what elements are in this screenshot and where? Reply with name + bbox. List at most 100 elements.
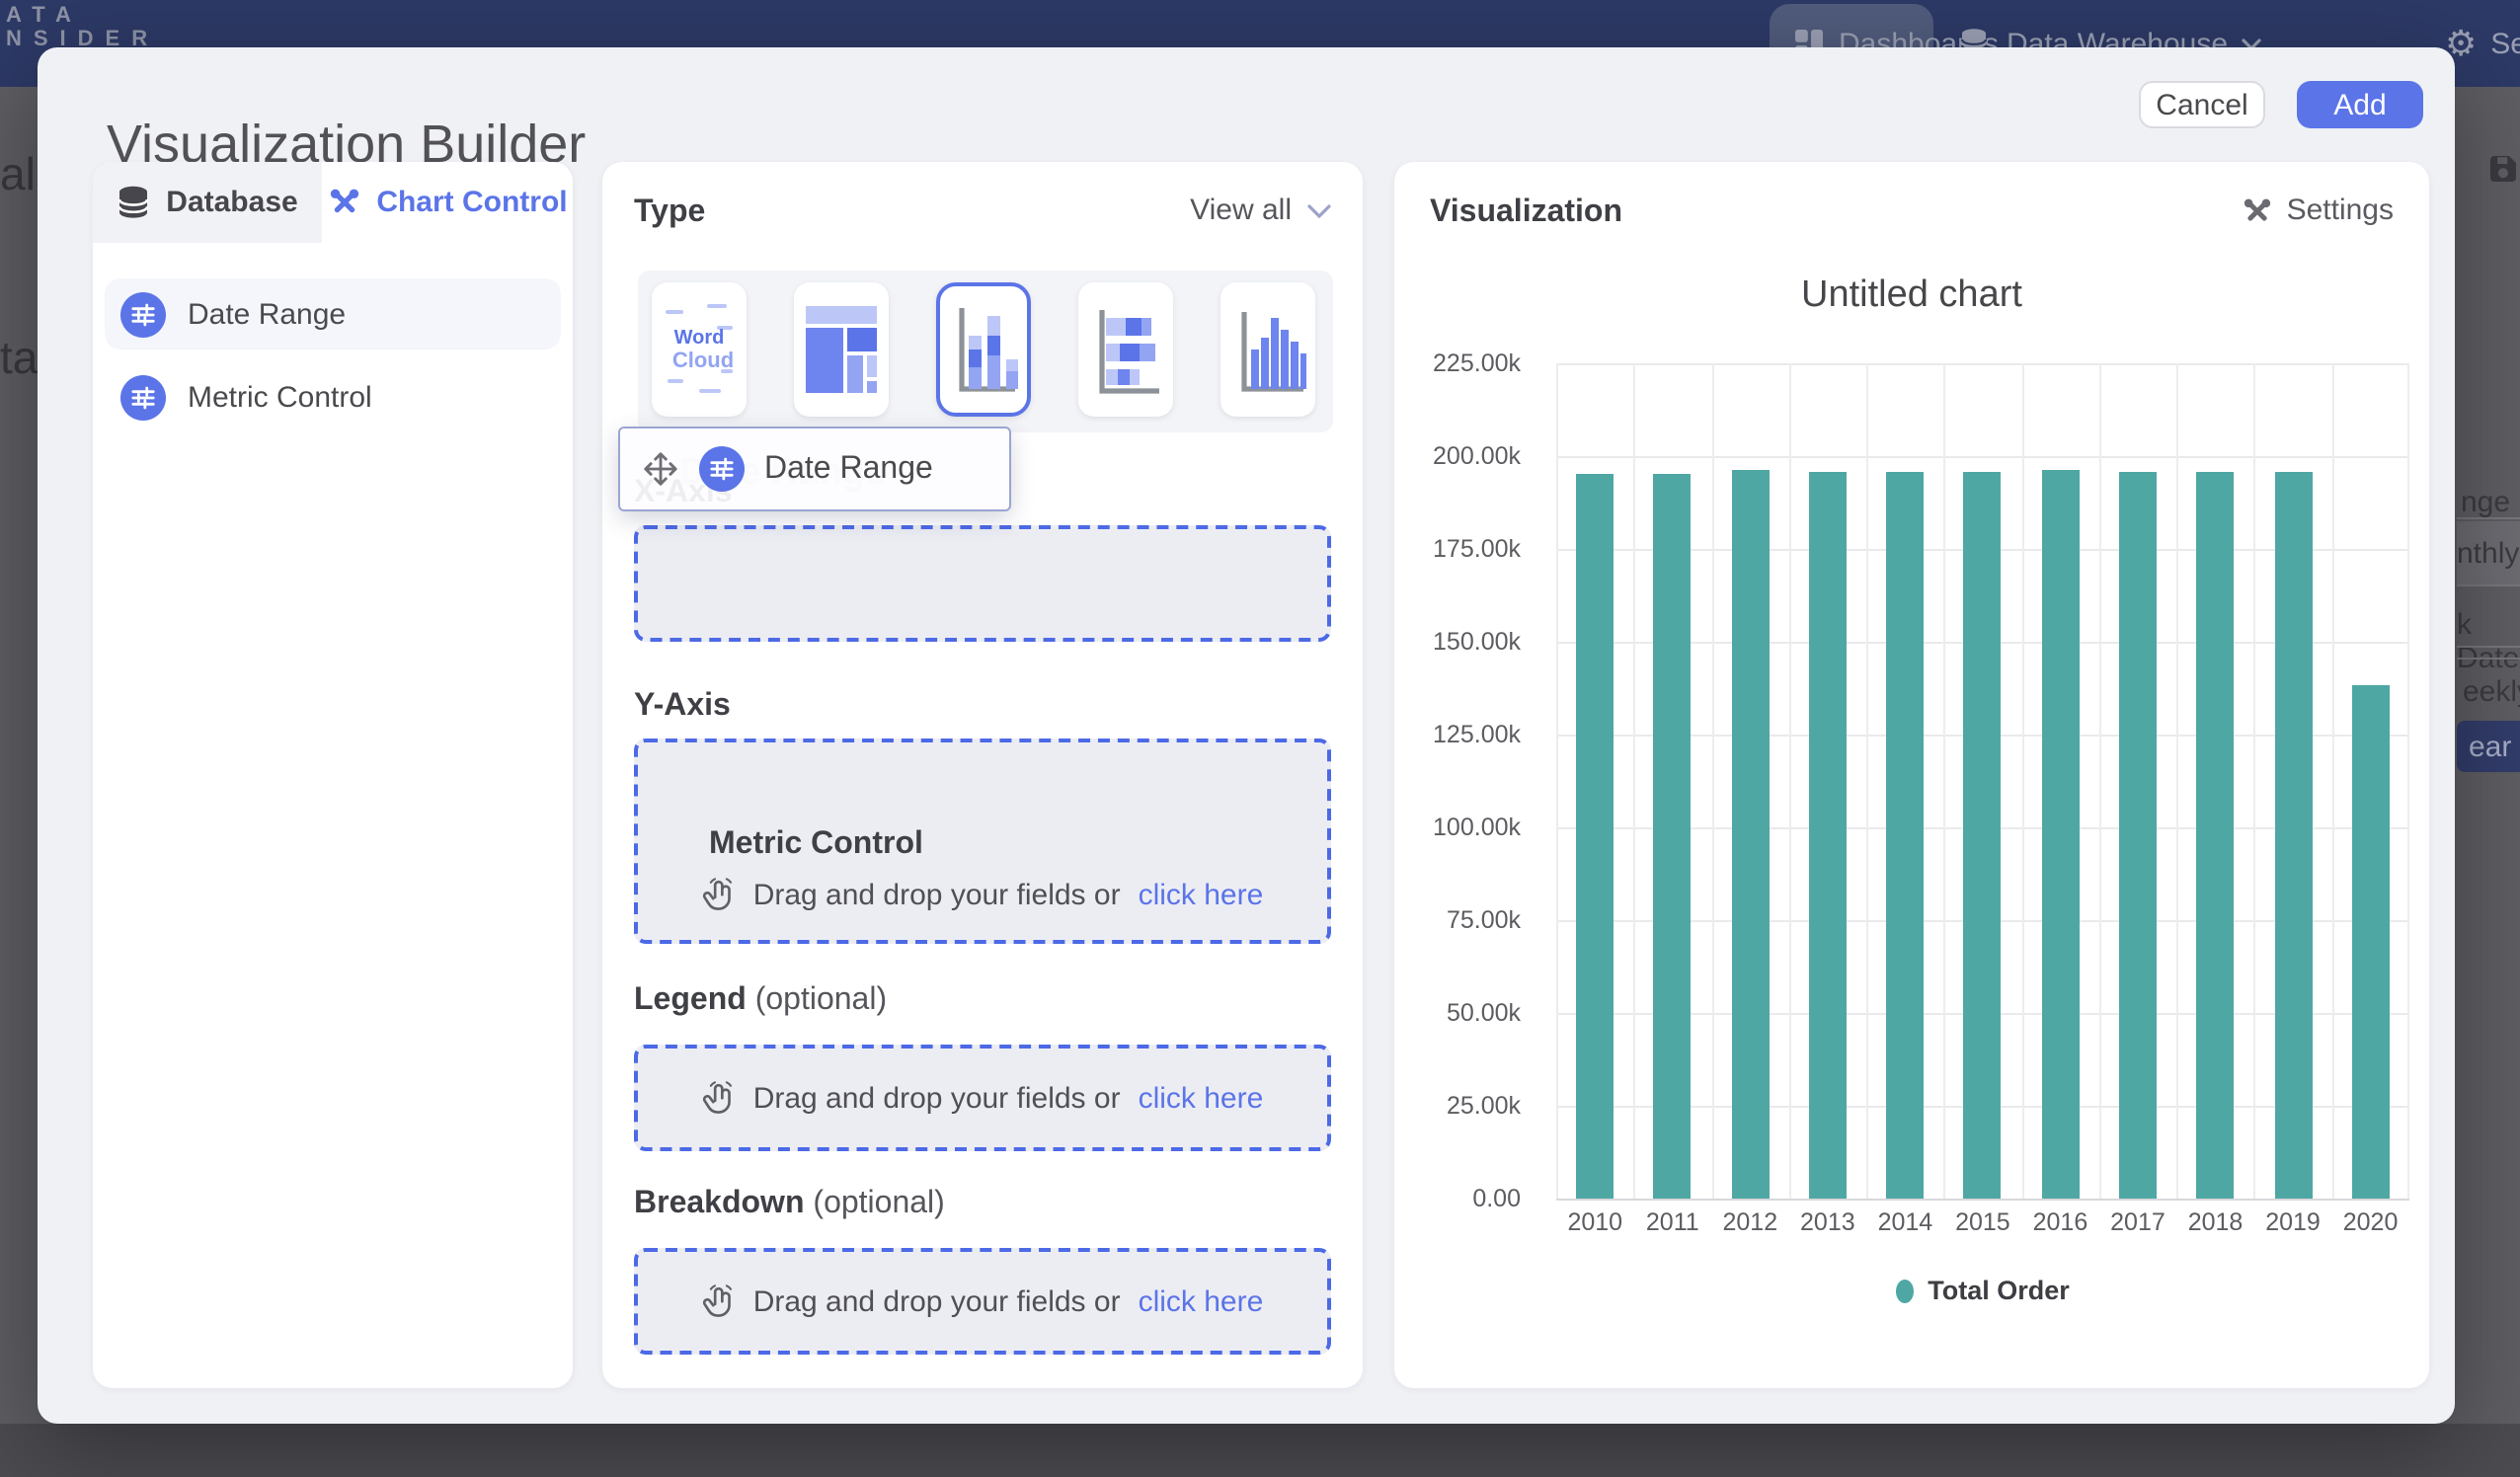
chart-type-stacked-column-selected[interactable] (936, 282, 1031, 417)
database-icon (117, 186, 150, 219)
bg-fragment-range: nge (2461, 486, 2510, 519)
drag-hint-text: Drag and drop your fields or (753, 1284, 1121, 1318)
tab-database[interactable]: Database (93, 162, 322, 243)
bg-fragment-monthly: nthly (2457, 536, 2519, 570)
y-axis-tick-label: 175.00k (1394, 534, 1521, 564)
chart-settings-button[interactable]: Settings (2242, 194, 2394, 227)
x-axis-tick-label: 2012 (1711, 1208, 1789, 1236)
dimmed-page-bottom-strip (0, 1424, 2520, 1477)
y-axis-tick-label: 0.00 (1394, 1184, 1521, 1213)
save-icon[interactable] (2488, 154, 2518, 184)
bg-fragment-year: ear (2469, 730, 2511, 763)
tools-icon (2242, 194, 2273, 226)
chevron-down-icon (1307, 202, 1331, 218)
x-axis-drop-zone[interactable] (634, 525, 1331, 642)
chart-type-treemap[interactable] (794, 282, 889, 417)
y-axis-tick-label: 200.00k (1394, 441, 1521, 471)
chart-title: Untitled chart (1394, 274, 2429, 318)
bg-year-button[interactable]: ear (2457, 721, 2520, 772)
chart-bar (2274, 472, 2312, 1199)
chart-bar-slot (2021, 363, 2099, 1199)
bg-fragment-left-1: al (0, 148, 36, 201)
legend-section-label: Legend (optional) (634, 983, 887, 1019)
chart-bar-slot (1866, 363, 1944, 1199)
field-item-label: Date Range (188, 297, 346, 331)
visualization-panel: Visualization Settings Untitled chart 22… (1394, 162, 2429, 1388)
chart-plot-area (1556, 363, 2409, 1199)
field-item-metric-control[interactable]: Metric Control (105, 361, 561, 432)
breakdown-drop-zone[interactable]: Drag and drop your fields or click here (634, 1248, 1331, 1355)
chart-type-strip: WordCloud (638, 271, 1333, 432)
chart-bar (1576, 473, 1614, 1199)
visualization-header: Visualization (1430, 195, 1622, 231)
y-axis-tick-label: 100.00k (1394, 813, 1521, 842)
visualization-builder-modal: Visualization Builder Cancel Add Databas… (38, 47, 2455, 1424)
legend-label: Total Order (1928, 1276, 2070, 1305)
x-axis-tick-label: 2017 (2099, 1208, 2177, 1236)
field-item-date-range[interactable]: Date Range (105, 278, 561, 350)
chart-bar (2041, 471, 2079, 1199)
y-axis-tick-label: 50.00k (1394, 998, 1521, 1028)
y-axis-tick-label: 125.00k (1394, 720, 1521, 749)
chart-bar-slot (2331, 363, 2409, 1199)
tap-hand-icon (702, 1080, 736, 1116)
chart-bar (2197, 473, 2235, 1199)
bg-fragment-weekly: eekly (2463, 675, 2520, 709)
x-axis-tick-label: 2020 (2331, 1208, 2409, 1236)
y-axis-drop-zone[interactable]: Metric Control Drag and drop your fields… (634, 738, 1331, 944)
tab-chart-control[interactable]: Chart Control (322, 162, 573, 243)
chart-builder-panel: Type View all WordCloud X-Axis Date Rang… (602, 162, 1363, 1388)
y-axis-tick-label: 25.00k (1394, 1091, 1521, 1121)
x-axis-tick-label: 2010 (1556, 1208, 1634, 1236)
bg-divider (2457, 646, 2520, 648)
fields-panel: Database Chart Control Date Range Metric … (93, 162, 573, 1388)
sliders-icon (120, 374, 166, 420)
breakdown-section-label: Breakdown (optional) (634, 1187, 945, 1222)
hammer-wrench-icon (327, 186, 360, 219)
bg-fragment-stock-date: k Date (2457, 608, 2520, 675)
x-axis-labels: 2010201120122013201420152016201720182019… (1556, 1208, 2409, 1236)
click-here-link[interactable]: click here (1139, 1081, 1264, 1115)
click-here-link[interactable]: click here (1139, 878, 1264, 911)
chart-bar-slot (2099, 363, 2177, 1199)
sliders-icon (120, 291, 166, 337)
screen: ATA NSIDER Dashboards Data Warehouse ⚙ S… (0, 0, 2520, 1477)
chart-type-stacked-bar[interactable] (1078, 282, 1173, 417)
bg-divider (2457, 584, 2520, 586)
chart-settings-label: Settings (2287, 194, 2394, 227)
chart-bar (1964, 472, 2002, 1199)
dragged-field-chip[interactable]: Date Range (618, 427, 1011, 511)
bg-divider (2457, 517, 2520, 519)
view-all-dropdown[interactable]: View all (1190, 194, 1331, 227)
bg-monthly-dropdown[interactable]: nthly (2457, 521, 2520, 584)
x-axis-tick-label: 2018 (2176, 1208, 2254, 1236)
chart-type-column[interactable] (1221, 282, 1315, 417)
chart-bar-slot (1711, 363, 1789, 1199)
move-icon (642, 450, 679, 488)
x-axis-tick-label: 2015 (1944, 1208, 2022, 1236)
drag-hint-text: Drag and drop your fields or (753, 878, 1121, 911)
type-section-label: Type (634, 195, 705, 231)
chart-bar (1886, 473, 1924, 1199)
bg-divider (2457, 658, 2520, 660)
legend-drop-zone[interactable]: Drag and drop your fields or click here (634, 1045, 1331, 1151)
chart-legend[interactable]: Total Order (1556, 1276, 2409, 1305)
view-all-label: View all (1190, 194, 1292, 227)
x-axis-tick-label: 2016 (2021, 1208, 2099, 1236)
click-here-link[interactable]: click here (1139, 1284, 1264, 1318)
x-axis-tick-label: 2013 (1789, 1208, 1867, 1236)
chart-type-word-cloud[interactable]: WordCloud (652, 282, 747, 417)
chart-bar-slot (1789, 363, 1867, 1199)
chart-bar-slot (1634, 363, 1712, 1199)
chart-bar-slot (1556, 363, 1634, 1199)
nav-item-settings[interactable]: ⚙ Settings (2445, 0, 2520, 87)
x-axis-tick-label: 2019 (2254, 1208, 2332, 1236)
chart-bar-slot (2176, 363, 2254, 1199)
chart-bar (1809, 473, 1847, 1199)
add-button[interactable]: Add (2297, 81, 2423, 128)
logo-line-1: ATA (6, 4, 159, 28)
cancel-button[interactable]: Cancel (2139, 81, 2265, 128)
y-axis-tick-label: 150.00k (1394, 627, 1521, 657)
tab-chart-control-label: Chart Control (376, 186, 567, 219)
chart-bar-slot (1944, 363, 2022, 1199)
